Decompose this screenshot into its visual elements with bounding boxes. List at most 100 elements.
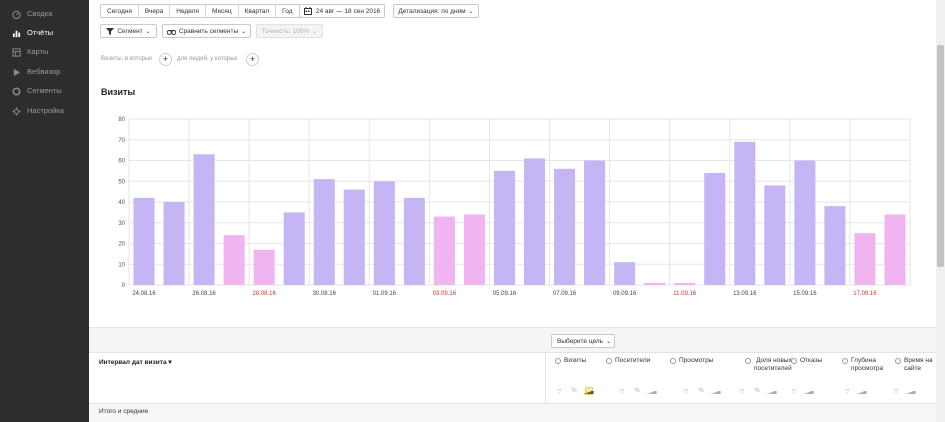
goal-select-dropdown[interactable]: Выберите цель ⌄ xyxy=(551,334,615,348)
x-tick-label: 26.08.16 xyxy=(192,291,216,297)
plus-icon: + xyxy=(249,54,256,64)
metric-header[interactable]: Время на сайте xyxy=(895,357,934,373)
metric-toggle-icon[interactable] xyxy=(895,358,901,364)
bar xyxy=(764,185,786,285)
metric-view-controls: ▽% ▁▃▅ xyxy=(682,387,721,395)
dimension-header[interactable]: Интервал дат визита ▾ xyxy=(99,358,172,366)
y-tick-label: 0 xyxy=(122,283,126,289)
y-tick-label: 30 xyxy=(118,221,125,227)
visits-bar-chart: 0 10 20 30 40 50 60 70 80 24.08.16 26.08.16 28.08.1… xyxy=(118,117,911,297)
filter-icon[interactable]: ▽ xyxy=(738,387,746,395)
bar xyxy=(433,216,455,285)
filter-icon[interactable]: ▽ xyxy=(618,387,626,395)
period-month-button[interactable]: Месяц xyxy=(206,5,239,17)
metric-toggle-icon[interactable] xyxy=(555,358,561,364)
y-tick-label: 70 xyxy=(118,138,125,144)
sidebar-item-label: Карты xyxy=(27,47,49,56)
metric-header[interactable]: Посетители xyxy=(606,357,660,365)
percent-icon[interactable]: % xyxy=(753,387,761,395)
metric-header[interactable]: Просмотры xyxy=(670,357,724,365)
metric-toggle-icon[interactable] xyxy=(745,358,751,364)
dimension-header-label: Интервал дат визита xyxy=(99,359,167,366)
period-yesterday-button[interactable]: Вчера xyxy=(139,5,171,17)
filter-icon[interactable]: ▽ xyxy=(682,387,690,395)
metric-toggle-icon[interactable] xyxy=(606,358,612,364)
bar-chart-icon[interactable]: ▁▃▅ xyxy=(804,387,813,395)
scrollbar-thumb[interactable] xyxy=(937,45,944,267)
bar xyxy=(614,262,636,285)
x-tick-label: 03.09.16 xyxy=(433,291,457,297)
sidebar-item-reports[interactable]: Отчёты xyxy=(0,25,89,41)
metric-header-label: Доля новых посетителей xyxy=(754,357,792,372)
add-visit-filter-button[interactable]: + xyxy=(159,53,172,66)
metric-header-label: Отказы xyxy=(800,357,823,364)
sidebar-item-label: Сегменты xyxy=(27,86,62,95)
period-year-button[interactable]: Год xyxy=(276,5,298,17)
gear-icon xyxy=(12,107,21,116)
percent-icon[interactable]: % xyxy=(697,387,705,395)
detail-dropdown[interactable]: Детализация: по дням ⌄ xyxy=(393,4,479,18)
bar xyxy=(734,141,756,285)
bar xyxy=(163,202,185,285)
totals-label: Итого и средние xyxy=(99,408,149,415)
chevron-down-icon: ⌄ xyxy=(468,8,474,15)
metric-header[interactable]: Доля новых посетителей xyxy=(745,357,792,373)
accuracy-dropdown[interactable]: Точность: 100% ⌄ xyxy=(256,24,323,38)
add-people-filter-button[interactable]: + xyxy=(246,53,259,66)
bar xyxy=(524,158,546,285)
y-tick-label: 60 xyxy=(118,159,125,165)
bar-chart-icon[interactable]: ▁▃▅ xyxy=(711,387,720,395)
sidebar-item-settings[interactable]: Настройка xyxy=(0,103,89,119)
period-quarter-button[interactable]: Квартал xyxy=(239,5,277,17)
detail-label: Детализация: по дням xyxy=(398,7,466,15)
percent-icon[interactable]: % xyxy=(570,387,578,395)
period-week-button[interactable]: Неделя xyxy=(170,5,206,17)
sidebar-item-label: Сводка xyxy=(27,9,53,18)
metric-toggle-icon[interactable] xyxy=(842,358,848,364)
sidebar: Сводка Отчёты Карты Вебвизор Сегменты На… xyxy=(0,0,89,422)
metric-toggle-icon[interactable] xyxy=(791,358,797,364)
y-tick-label: 20 xyxy=(118,242,125,248)
filter-icon[interactable]: ▽ xyxy=(555,387,563,395)
segment-dropdown[interactable]: Сегмент ⌄ xyxy=(100,24,157,38)
bar xyxy=(794,160,816,285)
metric-view-controls: ▽% ▁▃▅ xyxy=(618,387,657,395)
bar xyxy=(463,214,485,285)
compare-segments-dropdown[interactable]: Сравнить сегменты ⌄ xyxy=(162,24,251,38)
chevron-down-icon: ⌄ xyxy=(145,28,151,35)
bar xyxy=(554,168,576,285)
bar xyxy=(824,206,846,285)
bar-chart-icon[interactable]: ▁▃▅ xyxy=(647,387,656,395)
bar-chart-icon[interactable]: ▁▃▅ xyxy=(767,387,776,395)
plus-icon: + xyxy=(162,54,169,64)
filter-icon[interactable]: ▽ xyxy=(892,387,900,395)
reports-icon xyxy=(12,30,21,38)
metric-view-controls: ▽ ▁▃▅ xyxy=(843,387,867,395)
sidebar-item-summary[interactable]: Сводка xyxy=(0,6,89,22)
filter-icon[interactable]: ▽ xyxy=(790,387,798,395)
date-range-button[interactable]: 24 авг — 18 сен 2016 xyxy=(299,4,385,18)
sidebar-item-maps[interactable]: Карты xyxy=(0,44,89,60)
metric-header-label: Визиты xyxy=(564,357,587,364)
metric-view-controls: ▽% ▁▃▅ xyxy=(738,387,777,395)
sidebar-item-webvisor[interactable]: Вебвизор xyxy=(0,64,89,80)
bar-chart-icon[interactable]: ▁▃▅ xyxy=(906,387,915,395)
chevron-down-icon: ⌄ xyxy=(241,28,247,35)
bar-chart-icon[interactable]: ▁▃▅ xyxy=(857,387,866,395)
metric-header[interactable]: Визиты xyxy=(555,357,597,365)
goal-select-label: Выберите цель xyxy=(557,337,604,345)
metric-toggle-icon[interactable] xyxy=(670,358,676,364)
filter-icon[interactable]: ▽ xyxy=(843,387,851,395)
bar xyxy=(373,181,395,285)
bar xyxy=(854,233,876,285)
metric-header[interactable]: Глубина просмотра xyxy=(842,357,885,373)
bar-chart-icon[interactable]: ▁▃▅ xyxy=(584,387,594,395)
sidebar-item-segments[interactable]: Сегменты xyxy=(0,83,89,99)
bar xyxy=(884,214,906,285)
bar xyxy=(133,197,155,285)
metric-header[interactable]: Отказы xyxy=(791,357,832,365)
sort-icon: ▾ xyxy=(168,359,172,366)
percent-icon[interactable]: % xyxy=(633,387,641,395)
x-tick-label: 28.08.16 xyxy=(252,291,276,297)
period-today-button[interactable]: Сегодня xyxy=(101,5,139,17)
